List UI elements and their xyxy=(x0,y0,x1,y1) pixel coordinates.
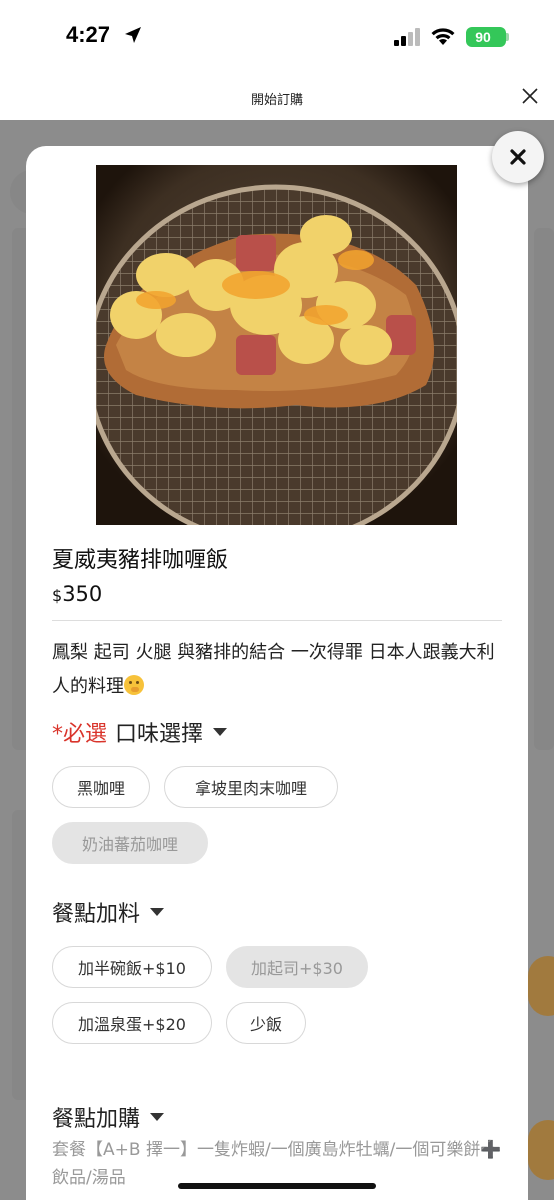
product-image xyxy=(96,165,457,525)
caret-down-icon xyxy=(213,728,228,736)
status-time: 4:27 xyxy=(66,22,111,47)
modal-close-button[interactable] xyxy=(492,131,544,183)
divider xyxy=(52,620,502,621)
background-element xyxy=(528,1120,554,1180)
addon-option-chip[interactable]: 加溫泉蛋+$20 xyxy=(52,1002,212,1044)
caret-down-icon xyxy=(150,1113,165,1121)
flavor-section-title: 口味選擇 xyxy=(115,722,204,747)
background-element xyxy=(528,956,554,1016)
background-element xyxy=(534,480,554,750)
shushing-face-emoji xyxy=(124,675,144,695)
flavor-section-header[interactable]: *必選 口味選擇 xyxy=(52,716,228,748)
page-title: 開始訂購 xyxy=(250,93,303,108)
flavor-option-chip: 奶油蕃茄咖哩 xyxy=(52,822,208,864)
battery-cap xyxy=(506,33,509,41)
upsell-section-header[interactable]: 餐點加購 xyxy=(52,1101,165,1133)
flavor-option-chip[interactable]: 黑咖哩 xyxy=(52,766,150,808)
wifi-icon xyxy=(431,28,455,45)
caret-down-icon xyxy=(150,908,165,916)
close-icon[interactable] xyxy=(520,86,540,106)
price-value: 350 xyxy=(62,582,103,606)
close-icon xyxy=(510,149,526,165)
location-arrow-icon xyxy=(125,27,141,43)
product-price: $350 xyxy=(52,582,102,606)
header-bar: 開始訂購 xyxy=(0,74,554,120)
addon-option-chip[interactable]: 加半碗飯+$10 xyxy=(52,946,212,988)
upsell-section-title: 餐點加購 xyxy=(52,1107,141,1132)
battery-level: 90 xyxy=(475,29,491,45)
flavor-option-chip[interactable]: 拿坡里肉末咖哩 xyxy=(164,766,338,808)
signal-icon xyxy=(394,28,420,46)
required-label: *必選 xyxy=(52,722,108,747)
battery-icon: 90 xyxy=(466,27,506,47)
addon-option-chip: 加起司+$30 xyxy=(226,946,368,988)
product-modal: 夏威夷豬排咖喱飯 $350 鳳梨 起司 火腿 與豬排的結合 一次得罪 日本人跟義… xyxy=(26,146,528,1200)
addons-section-title: 餐點加料 xyxy=(52,902,141,927)
product-description: 鳳梨 起司 火腿 與豬排的結合 一次得罪 日本人跟義大利人的料理 xyxy=(52,636,502,704)
description-text: 鳳梨 起司 火腿 與豬排的結合 一次得罪 日本人跟義大利人的料理 xyxy=(52,642,495,697)
addons-section-header[interactable]: 餐點加料 xyxy=(52,896,165,928)
price-currency: $ xyxy=(52,586,63,605)
home-indicator[interactable] xyxy=(178,1183,376,1189)
product-name: 夏威夷豬排咖喱飯 xyxy=(52,548,229,573)
status-bar: 4:27 90 xyxy=(0,0,554,74)
addon-option-chip[interactable]: 少飯 xyxy=(226,1002,306,1044)
